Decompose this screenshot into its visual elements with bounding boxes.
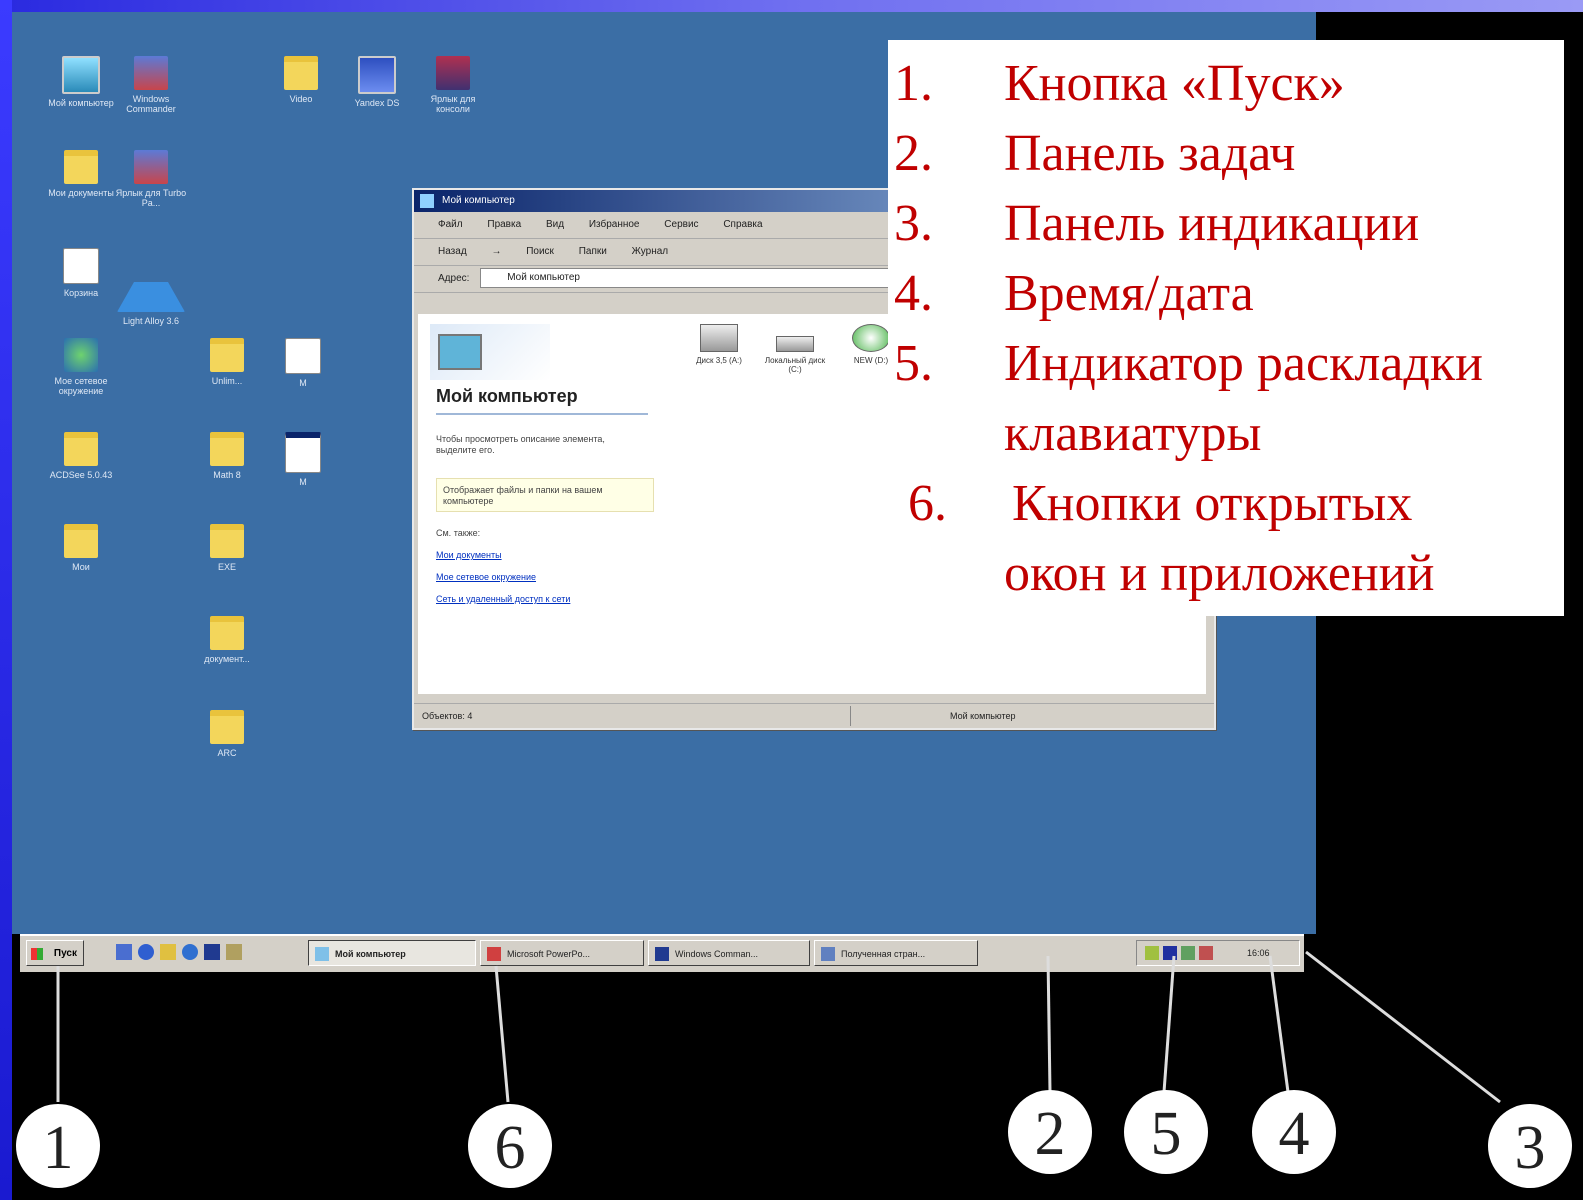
- callout-line-6: [494, 965, 510, 1103]
- callout-1: 1: [16, 1104, 100, 1188]
- callout-lines: [56, 950, 1501, 1104]
- callout-line-4: [1268, 955, 1290, 1093]
- callout-line-3: [1305, 950, 1501, 1104]
- callout-3: 3: [1488, 1104, 1572, 1188]
- callout-line-5: [1162, 955, 1176, 1093]
- callout-4: 4: [1252, 1090, 1336, 1174]
- callout-6: 6: [468, 1104, 552, 1188]
- callout-2: 2: [1008, 1090, 1092, 1174]
- callout-5: 5: [1124, 1090, 1208, 1174]
- callout-line-2: [1046, 955, 1052, 1093]
